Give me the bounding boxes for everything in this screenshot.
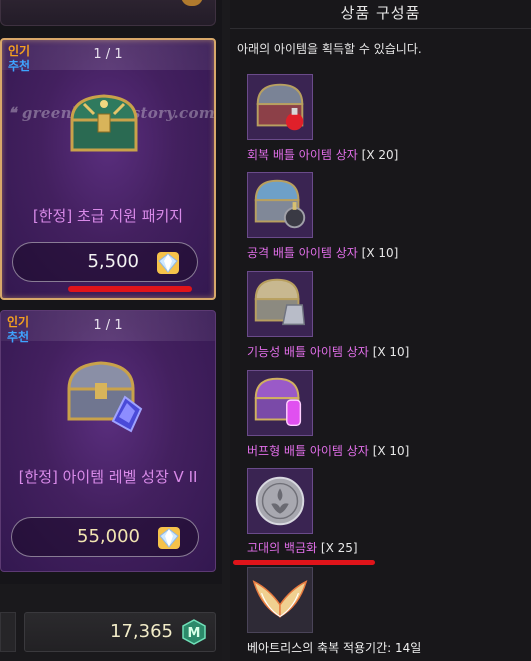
svg-text:M: M bbox=[188, 626, 201, 641]
mileage-amount: 17,365 bbox=[110, 621, 173, 642]
price-value: 5,500 bbox=[87, 251, 139, 272]
item-label: 기능성 배틀 아이템 상자 [X 10] bbox=[247, 343, 409, 360]
item-label: 공격 배틀 아이템 상자 [X 10] bbox=[247, 244, 398, 261]
ancient-platinum-coin-icon bbox=[247, 468, 313, 534]
beatrice-blessing-wings-icon bbox=[247, 567, 313, 633]
silver-chest-crystal-icon bbox=[67, 361, 143, 433]
previous-card-stub[interactable] bbox=[0, 0, 216, 26]
panel-description: 아래의 아이템을 획득할 수 있습니다. bbox=[237, 42, 422, 56]
price-button[interactable]: 55,000 bbox=[11, 517, 199, 557]
package-card-beginner-support[interactable]: 인기 추천 1 / 1 ❝ greenlight.tistory.com [한정… bbox=[0, 38, 216, 300]
item-quantity: [X 10] bbox=[372, 444, 410, 458]
package-name: [한정] 초급 지원 패키지 bbox=[32, 207, 184, 225]
crystal-gem-icon bbox=[157, 252, 179, 274]
price-value: 55,000 bbox=[77, 526, 140, 547]
red-highlight-underline bbox=[233, 560, 375, 565]
item-label: 회복 배틀 아이템 상자 [X 20] bbox=[247, 146, 398, 163]
item-name: 회복 배틀 아이템 상자 bbox=[247, 148, 358, 162]
purchase-limit-count: 1 / 1 bbox=[93, 318, 123, 333]
mileage-coin-icon: M bbox=[182, 619, 206, 645]
package-card-item-level-growth[interactable]: 인기 추천 1 / 1 [한정] 아이템 레벨 성장 V II 55,000 bbox=[0, 310, 216, 572]
utility-battle-chest-icon bbox=[247, 271, 313, 337]
buff-battle-chest-icon bbox=[247, 370, 313, 436]
item-name: 고대의 백금화 bbox=[247, 541, 318, 555]
panel-title: 상품 구성품 bbox=[340, 4, 421, 22]
heal-battle-chest-icon bbox=[247, 74, 313, 140]
item-quantity: [X 20] bbox=[361, 148, 399, 162]
item-label: 베아트리스의 축복 적용기간: 14일 bbox=[247, 639, 421, 656]
item-name: 버프형 배틀 아이템 상자 bbox=[247, 444, 369, 458]
crystal-gem-icon bbox=[158, 527, 180, 549]
mileage-balance: 17,365 M bbox=[24, 612, 216, 652]
attack-battle-chest-icon bbox=[247, 172, 313, 238]
divider bbox=[230, 28, 531, 29]
item-name: 베아트리스의 축복 적용기간: 14일 bbox=[247, 641, 422, 655]
price-button[interactable]: 5,500 bbox=[12, 242, 198, 282]
purchase-limit-count: 1 / 1 bbox=[93, 47, 123, 62]
shop-list: 인기 추천 1 / 1 ❝ greenlight.tistory.com [한정… bbox=[0, 0, 222, 661]
item-label: 버프형 배틀 아이템 상자 [X 10] bbox=[247, 442, 409, 459]
green-chest-icon bbox=[70, 94, 138, 152]
gem-icon bbox=[181, 0, 203, 6]
package-name: [한정] 아이템 레벨 성장 V II bbox=[18, 468, 198, 486]
item-quantity: [X 10] bbox=[361, 246, 399, 260]
item-name: 기능성 배틀 아이템 상자 bbox=[247, 345, 369, 359]
item-quantity: [X 10] bbox=[372, 345, 410, 359]
item-name: 공격 배틀 아이템 상자 bbox=[247, 246, 358, 260]
item-quantity: [X 25] bbox=[320, 541, 358, 555]
side-tab[interactable] bbox=[0, 612, 16, 652]
red-highlight-underline bbox=[68, 286, 192, 292]
item-label: 고대의 백금화 [X 25] bbox=[247, 539, 358, 556]
